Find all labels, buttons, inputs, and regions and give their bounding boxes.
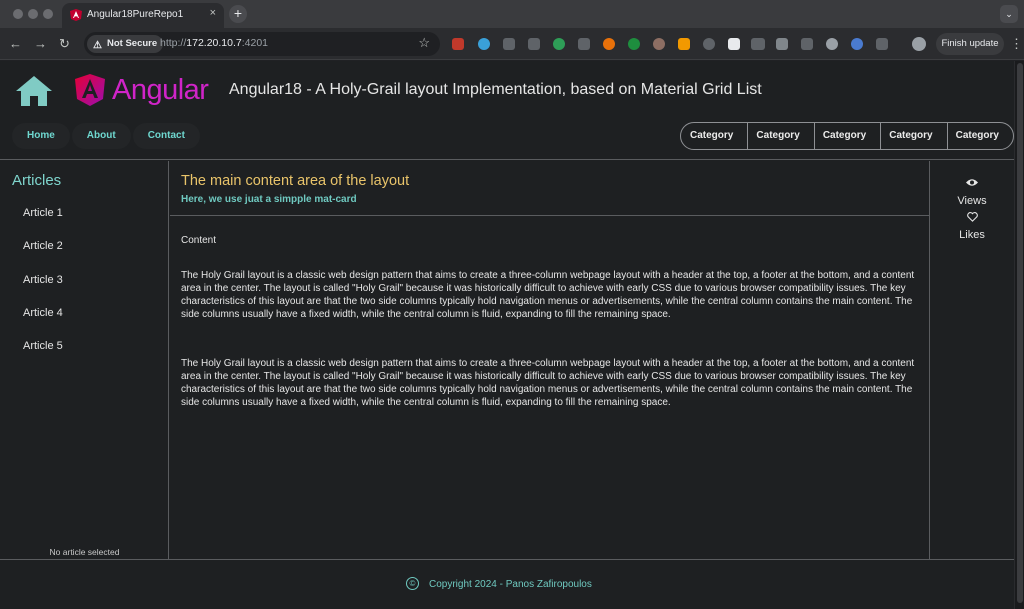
articles-sidebar: Articles Article 1 Article 2 Article 3 A… xyxy=(0,161,169,560)
top-nav: Home About Contact xyxy=(12,123,200,149)
category-2-button[interactable]: Category 2 xyxy=(747,123,813,149)
stats-panel: Views Likes xyxy=(930,161,1014,559)
window-minimize-dot[interactable] xyxy=(28,9,38,19)
category-4-button[interactable]: Category 4 xyxy=(880,123,946,149)
profile-avatar[interactable] xyxy=(912,37,926,51)
extension-icon[interactable] xyxy=(751,38,765,50)
angular-favicon-icon xyxy=(70,9,82,21)
window-zoom-dot[interactable] xyxy=(43,9,53,19)
scrollbar-thumb[interactable] xyxy=(1017,63,1023,603)
browser-tab-bar: Angular18PureRepo1 × + ⌄ xyxy=(0,0,1024,28)
extension-icon[interactable] xyxy=(528,38,540,50)
browser-toolbar: ← → ↻ ⚠ Not Secure http://172.20.10.7:42… xyxy=(0,28,1024,60)
extension-icon[interactable] xyxy=(801,38,813,50)
category-1-button[interactable]: Category 1 xyxy=(681,123,747,149)
articles-heading: Articles xyxy=(12,172,62,189)
extension-icon[interactable] xyxy=(826,38,838,50)
forward-arrow-icon[interactable]: → xyxy=(34,36,47,51)
card-divider xyxy=(170,215,929,216)
extension-icon[interactable] xyxy=(653,38,665,50)
back-arrow-icon[interactable]: ← xyxy=(9,36,22,51)
url-text[interactable]: http://172.20.10.7:4201 xyxy=(160,37,268,49)
browser-menu-icon[interactable]: ⋮ xyxy=(1010,36,1023,52)
extension-icon[interactable] xyxy=(578,38,590,50)
extension-icon[interactable] xyxy=(678,38,690,50)
extension-icon[interactable] xyxy=(728,38,740,50)
angular-logo-icon xyxy=(75,74,105,106)
extension-icon[interactable] xyxy=(603,38,615,50)
card-title: The main content area of the layout xyxy=(181,173,410,189)
warning-triangle-icon: ⚠ xyxy=(93,40,102,51)
content-label: Content xyxy=(181,235,217,246)
not-secure-badge[interactable]: ⚠ Not Secure xyxy=(87,35,164,53)
tab-close-icon[interactable]: × xyxy=(210,7,216,19)
extension-icon[interactable] xyxy=(628,38,640,50)
article-1-link[interactable]: Article 1 xyxy=(23,207,63,219)
category-3-button[interactable]: Category 3 xyxy=(813,123,880,149)
nav-contact-link[interactable]: Contact xyxy=(132,123,200,149)
extension-icon[interactable] xyxy=(553,38,565,50)
page-footer: © Copyright 2024 - Panos Zafiropoulos xyxy=(0,559,1014,609)
likes-label: Likes xyxy=(959,229,985,241)
finish-update-button[interactable]: Finish update xyxy=(936,33,1004,55)
browser-tab-active[interactable]: Angular18PureRepo1 × xyxy=(62,3,224,28)
card-subtitle: Here, we use juat a simpple mat-card xyxy=(181,194,357,205)
bookmark-star-icon[interactable]: ☆ xyxy=(418,35,430,51)
adblock-extension-icon[interactable] xyxy=(452,38,464,50)
article-3-link[interactable]: Article 3 xyxy=(23,274,63,286)
article-5-link[interactable]: Article 5 xyxy=(23,340,63,352)
heart-icon[interactable] xyxy=(930,212,1014,225)
url-port: :4201 xyxy=(241,37,269,49)
puzzle-extensions-icon[interactable] xyxy=(876,38,888,50)
reload-icon[interactable]: ↻ xyxy=(59,36,70,52)
eye-icon[interactable] xyxy=(930,178,1014,190)
window-close-dot[interactable] xyxy=(13,9,23,19)
not-secure-label: Not Secure xyxy=(107,38,158,49)
extension-icon[interactable] xyxy=(478,38,490,50)
url-host: 172.20.10.7 xyxy=(186,37,242,49)
article-selection-status: No article selected xyxy=(49,547,120,557)
extension-icon[interactable] xyxy=(503,38,515,50)
tab-search-button[interactable]: ⌄ xyxy=(1000,5,1018,23)
new-tab-button[interactable]: + xyxy=(229,5,247,23)
home-icon[interactable] xyxy=(15,75,53,107)
article-2-link[interactable]: Article 2 xyxy=(23,240,63,252)
category-5-button[interactable]: Category 5 xyxy=(946,123,1013,149)
extension-icon[interactable] xyxy=(776,38,788,50)
views-label: Views xyxy=(957,195,987,207)
extension-icon[interactable] xyxy=(851,38,863,50)
copyright-icon: © xyxy=(406,577,419,590)
page-scrollbar[interactable] xyxy=(1014,61,1024,609)
angular-wordmark: Angular xyxy=(112,74,209,106)
content-paragraph: The Holy Grail layout is a classic web d… xyxy=(181,270,915,320)
nav-home-link[interactable]: Home xyxy=(12,123,70,149)
content-paragraph: The Holy Grail layout is a classic web d… xyxy=(181,358,915,408)
category-button-group: Category 1 Category 2 Category 3 Categor… xyxy=(680,122,1014,150)
extension-icon[interactable] xyxy=(703,38,715,50)
url-scheme: http:// xyxy=(160,37,187,49)
nav-about-link[interactable]: About xyxy=(71,123,131,149)
page-title: Angular18 - A Holy-Grail layout Implemen… xyxy=(229,81,762,98)
main-content-card: The main content area of the layout Here… xyxy=(170,161,929,559)
web-page: Angular Angular18 - A Holy-Grail layout … xyxy=(0,61,1014,609)
address-bar[interactable]: ⚠ Not Secure http://172.20.10.7:4201 ☆ xyxy=(84,32,440,56)
tab-title: Angular18PureRepo1 xyxy=(87,9,184,20)
article-4-link[interactable]: Article 4 xyxy=(23,307,63,319)
copyright-text: Copyright 2024 - Panos Zafiropoulos xyxy=(429,579,592,590)
page-header: Angular Angular18 - A Holy-Grail layout … xyxy=(0,61,1014,160)
